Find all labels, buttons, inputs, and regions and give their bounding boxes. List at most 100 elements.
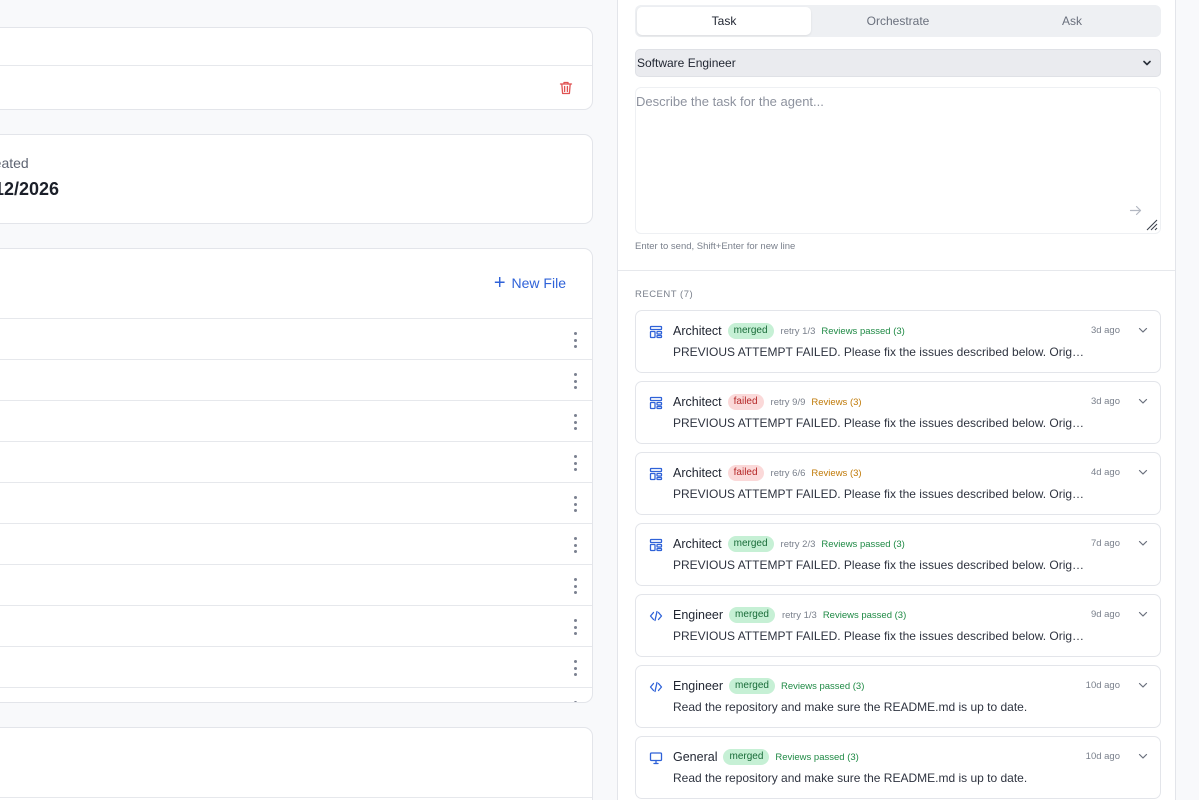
- file-row[interactable]: [0, 687, 592, 702]
- run-description: PREVIOUS ATTEMPT FAILED. Please fix the …: [673, 345, 1085, 359]
- monitor-icon: [649, 752, 663, 765]
- run-description: PREVIOUS ATTEMPT FAILED. Please fix the …: [673, 487, 1085, 501]
- files-list: [0, 318, 592, 702]
- status-badge: merged: [727, 323, 774, 339]
- agent-select-value: Software Engineer: [637, 56, 736, 70]
- chevron-down-icon[interactable]: [1138, 680, 1148, 690]
- file-row[interactable]: [0, 646, 592, 687]
- more-options-icon[interactable]: [572, 496, 578, 512]
- dot: [573, 332, 577, 335]
- created-label: reated: [0, 155, 29, 171]
- file-row[interactable]: [0, 400, 592, 441]
- run-role: Engineer: [673, 608, 724, 622]
- run-card[interactable]: Engineer merged retry 1/3 Reviews passed…: [635, 594, 1161, 657]
- agent-panel: Task Orchestrate Ask Software Engineer D…: [617, 0, 1176, 800]
- chevron-down-icon[interactable]: [1138, 751, 1148, 761]
- retry-count: retry 1/3: [780, 325, 816, 337]
- dot: [573, 701, 577, 702]
- run-time: 9d ago: [1090, 609, 1120, 620]
- dot: [573, 543, 577, 547]
- retry-count: retry 6/6: [770, 467, 806, 479]
- more-options-icon[interactable]: [572, 660, 578, 676]
- file-row[interactable]: [0, 605, 592, 646]
- dot: [573, 509, 577, 512]
- dot: [573, 461, 577, 465]
- reviews-status: Reviews passed (3): [821, 538, 905, 550]
- status-badge: merged: [729, 607, 775, 623]
- reviews-status: Reviews (3): [811, 396, 862, 408]
- code-icon: [649, 681, 663, 693]
- file-row[interactable]: [0, 564, 592, 605]
- new-file-button[interactable]: + New File: [494, 273, 566, 293]
- retry-count: retry 2/3: [780, 538, 816, 550]
- file-row[interactable]: [0, 482, 592, 523]
- run-card[interactable]: Architect failed retry 6/6 Reviews (3) 4…: [635, 452, 1161, 515]
- new-file-label: New File: [511, 275, 566, 291]
- run-description: PREVIOUS ATTEMPT FAILED. Please fix the …: [673, 558, 1085, 572]
- chevron-down-icon[interactable]: [1138, 396, 1148, 406]
- file-row[interactable]: [0, 441, 592, 482]
- chevron-down-icon[interactable]: [1138, 609, 1148, 619]
- run-description: PREVIOUS ATTEMPT FAILED. Please fix the …: [673, 629, 1085, 643]
- dot: [573, 496, 577, 499]
- run-role: Architect: [673, 324, 722, 338]
- run-card[interactable]: Architect failed retry 9/9 Reviews (3) 3…: [635, 381, 1161, 444]
- run-time: 10d ago: [1085, 680, 1120, 691]
- layout-icon: [649, 467, 663, 481]
- run-role: General: [673, 750, 718, 764]
- more-options-icon[interactable]: [572, 537, 578, 553]
- run-role: Architect: [673, 395, 722, 409]
- run-card[interactable]: Architect merged retry 2/3 Reviews passe…: [635, 523, 1161, 586]
- retry-count: retry 1/3: [781, 609, 817, 621]
- file-row[interactable]: [0, 318, 592, 359]
- status-badge: merged: [723, 749, 770, 765]
- file-row[interactable]: [0, 359, 592, 400]
- mode-tabs: Task Orchestrate Ask: [635, 5, 1161, 37]
- more-options-icon[interactable]: [572, 332, 578, 348]
- dot: [573, 625, 577, 629]
- status-badge: merged: [727, 536, 774, 552]
- run-card[interactable]: General merged Reviews passed (3) 10d ag…: [635, 736, 1161, 799]
- chevron-down-icon[interactable]: [1138, 467, 1148, 477]
- reviews-status: Reviews passed (3): [780, 680, 865, 692]
- trash-icon[interactable]: [558, 80, 574, 96]
- more-options-icon[interactable]: [572, 455, 578, 471]
- dot: [573, 584, 577, 588]
- dot: [573, 455, 577, 458]
- dot: [573, 379, 577, 383]
- send-arrow-icon[interactable]: [1129, 204, 1142, 217]
- dot: [573, 427, 577, 430]
- run-time: 4d ago: [1090, 467, 1120, 478]
- dot: [573, 386, 577, 389]
- layout-icon: [649, 396, 663, 410]
- project-detail-pane: reated /12/2026 + New File: [0, 0, 605, 800]
- dot: [573, 660, 577, 663]
- chevron-down-icon[interactable]: [1138, 325, 1148, 335]
- run-header: Architect failed retry 9/9 Reviews (3): [673, 394, 862, 410]
- run-header: Architect merged retry 1/3 Reviews passe…: [673, 323, 905, 339]
- file-row[interactable]: [0, 523, 592, 564]
- run-time: 10d ago: [1085, 751, 1120, 762]
- tab-ask[interactable]: Ask: [985, 7, 1159, 35]
- dot: [573, 673, 577, 676]
- agent-select[interactable]: Software Engineer: [635, 49, 1161, 77]
- recent-label: RECENT (7): [635, 289, 694, 300]
- project-header-card: [0, 27, 593, 110]
- bottom-card: [0, 727, 593, 800]
- run-card[interactable]: Engineer merged Reviews passed (3) 10d a…: [635, 665, 1161, 728]
- more-options-icon[interactable]: [572, 619, 578, 635]
- resize-handle-icon[interactable]: [1144, 217, 1158, 231]
- tab-task[interactable]: Task: [637, 7, 811, 35]
- more-options-icon[interactable]: [572, 373, 578, 389]
- divider: [0, 797, 592, 798]
- more-options-icon[interactable]: [572, 701, 578, 702]
- run-card[interactable]: Architect merged retry 1/3 Reviews passe…: [635, 310, 1161, 373]
- more-options-icon[interactable]: [572, 414, 578, 430]
- files-card: + New File: [0, 248, 593, 703]
- chevron-down-icon[interactable]: [1138, 538, 1148, 548]
- run-time: 7d ago: [1090, 538, 1120, 549]
- more-options-icon[interactable]: [572, 578, 578, 594]
- task-input[interactable]: Describe the task for the agent...: [635, 87, 1161, 234]
- tab-orchestrate[interactable]: Orchestrate: [811, 7, 985, 35]
- retry-count: retry 9/9: [770, 396, 806, 408]
